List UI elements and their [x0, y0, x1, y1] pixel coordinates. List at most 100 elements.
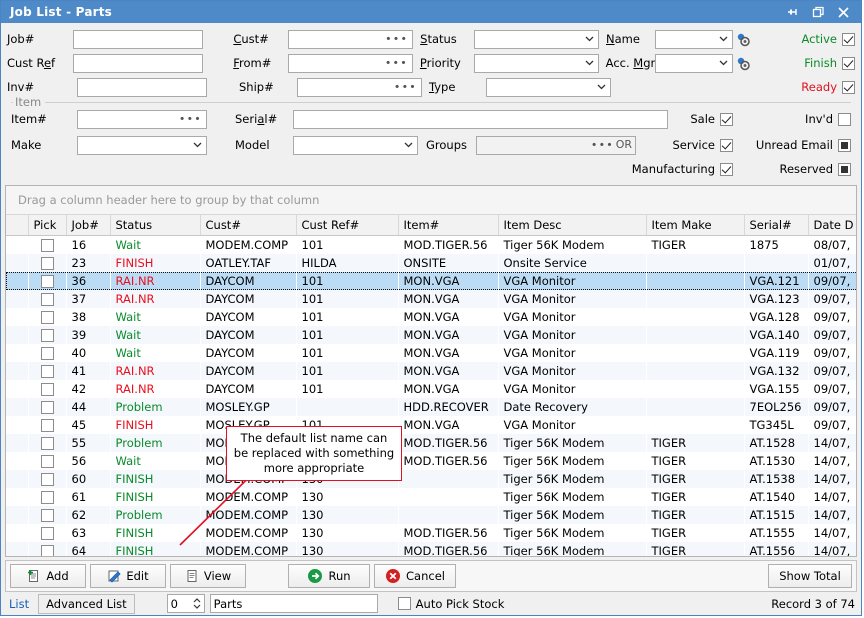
- row-pick-cell[interactable]: [28, 542, 66, 556]
- unread-email-flag[interactable]: Unread Email: [733, 138, 851, 152]
- column-header-item[interactable]: Item#: [398, 215, 499, 236]
- row-pick-cell[interactable]: [28, 344, 66, 362]
- row-pick-cell[interactable]: [28, 398, 66, 416]
- column-header-select[interactable]: [6, 215, 29, 236]
- row-pick-checkbox[interactable]: [40, 275, 54, 288]
- table-row[interactable]: 41 RAI.NR DAYCOM 101 MON.VGA VGA Monitor VGA.1…: [6, 362, 856, 380]
- column-header-job[interactable]: Job#: [66, 215, 111, 236]
- table-row[interactable]: 39 Wait DAYCOM 101 MON.VGA VGA Monitor VGA.140…: [6, 326, 856, 344]
- row-pick-checkbox[interactable]: [40, 509, 54, 522]
- serial-number-input[interactable]: [293, 109, 668, 129]
- pin-icon[interactable]: [785, 4, 801, 20]
- table-row[interactable]: 62 Problem MODEM.COMP 130 Tiger 56K Modem TIG…: [6, 506, 856, 524]
- row-pick-cell[interactable]: [28, 380, 66, 398]
- auto-pick-stock-checkbox[interactable]: [397, 597, 411, 610]
- priority-select[interactable]: [473, 53, 599, 73]
- list-index-stepper[interactable]: 0: [166, 594, 205, 613]
- active-checkbox[interactable]: [842, 32, 856, 46]
- close-icon[interactable]: [835, 4, 851, 20]
- table-row[interactable]: 61 FINISH MODEM.COMP 130 Tiger 56K Modem TIGE…: [6, 488, 856, 506]
- row-pick-cell[interactable]: [28, 272, 66, 290]
- ready-flag[interactable]: Ready: [745, 80, 855, 94]
- row-pick-checkbox[interactable]: [40, 527, 54, 540]
- column-header-item-desc[interactable]: Item Desc: [498, 215, 647, 236]
- table-row[interactable]: 45 FINISH MOSLEY.GP 101 MON.VGA VGA Monitor TG…: [6, 416, 856, 434]
- row-pick-cell[interactable]: [28, 326, 66, 344]
- row-pick-checkbox[interactable]: [40, 239, 54, 252]
- row-pick-checkbox[interactable]: [40, 257, 54, 270]
- table-row[interactable]: 38 Wait DAYCOM 101 MON.VGA VGA Monitor VGA.128…: [6, 308, 856, 326]
- invoice-number-input[interactable]: [77, 77, 207, 97]
- table-row[interactable]: 63 FINISH MODEM.COMP 130 MOD.TIGER.56 Tiger 5…: [6, 524, 856, 542]
- column-header-pick[interactable]: Pick: [28, 215, 67, 236]
- finish-flag[interactable]: Finish: [751, 56, 856, 70]
- table-row[interactable]: 16 Wait MODEM.COMP 101 MOD.TIGER.56 Tiger 56K…: [6, 236, 856, 255]
- column-header-item-make[interactable]: Item Make: [646, 215, 745, 236]
- model-select[interactable]: [293, 135, 418, 155]
- cancel-button[interactable]: Cancel: [374, 564, 456, 588]
- table-row[interactable]: 40 Wait DAYCOM 101 MON.VGA VGA Monitor VGA.119…: [6, 344, 856, 362]
- group-by-panel[interactable]: Drag a column header here to group by th…: [6, 186, 856, 215]
- job-number-input[interactable]: [73, 29, 204, 49]
- active-flag[interactable]: Active: [751, 32, 856, 46]
- add-button[interactable]: Add: [10, 564, 86, 588]
- ready-checkbox[interactable]: [842, 80, 855, 94]
- reserved-checkbox[interactable]: [838, 162, 851, 176]
- tab-list[interactable]: List: [5, 597, 33, 611]
- invd-checkbox[interactable]: [838, 112, 851, 126]
- from-number-input[interactable]: [287, 53, 413, 73]
- edit-button[interactable]: Edit: [90, 564, 166, 588]
- service-flag[interactable]: Service: [671, 138, 733, 152]
- account-manager-select[interactable]: [655, 53, 734, 73]
- row-pick-checkbox[interactable]: [40, 419, 54, 432]
- show-total-button[interactable]: Show Total: [768, 564, 852, 588]
- manufacturing-flag[interactable]: Manufacturing: [625, 162, 733, 176]
- row-pick-cell[interactable]: [28, 488, 66, 506]
- ship-number-input[interactable]: [297, 77, 422, 97]
- manufacturing-checkbox[interactable]: [720, 162, 733, 176]
- finish-checkbox[interactable]: [842, 56, 856, 70]
- make-select[interactable]: [77, 135, 207, 155]
- table-row[interactable]: 36 RAI.NR DAYCOM 101 MON.VGA VGA Monitor VGA.1…: [6, 272, 856, 290]
- customer-number-input[interactable]: [288, 29, 414, 49]
- name-settings-gear-icon[interactable]: [736, 32, 751, 47]
- row-pick-cell[interactable]: [28, 254, 66, 272]
- view-button[interactable]: View: [170, 564, 246, 588]
- invd-flag[interactable]: Inv'd: [733, 112, 851, 126]
- name-select[interactable]: [655, 29, 734, 49]
- row-pick-cell[interactable]: [28, 524, 66, 542]
- run-button[interactable]: Run: [288, 564, 370, 588]
- table-row[interactable]: 55ProblemMODEM.COMP130MOD.TIGER.56Tiger …: [6, 434, 856, 452]
- sale-checkbox[interactable]: [720, 112, 733, 126]
- row-pick-checkbox[interactable]: [40, 437, 54, 450]
- column-header-serial[interactable]: Serial#: [744, 215, 809, 236]
- row-pick-cell[interactable]: [28, 362, 66, 380]
- table-row[interactable]: 56WaitMODEM.COMP130MOD.TIGER.56Tiger 56K…: [6, 452, 856, 470]
- table-row[interactable]: 64 FINISH MODEM.COMP 130 MOD.TIGER.56 Tiger 5…: [6, 542, 856, 556]
- row-pick-cell[interactable]: [28, 236, 66, 255]
- reserved-flag[interactable]: Reserved: [733, 162, 851, 176]
- column-header-status[interactable]: Status: [110, 215, 201, 236]
- row-pick-checkbox[interactable]: [40, 473, 54, 486]
- row-pick-checkbox[interactable]: [40, 491, 54, 504]
- column-header-date-d[interactable]: Date D: [808, 215, 856, 236]
- stepper-arrows-icon[interactable]: [193, 596, 201, 611]
- restore-icon[interactable]: [810, 4, 826, 20]
- row-pick-checkbox[interactable]: [40, 311, 54, 324]
- row-pick-checkbox[interactable]: [40, 401, 54, 414]
- list-name-input[interactable]: [209, 594, 378, 613]
- sale-flag[interactable]: Sale: [671, 112, 733, 126]
- row-pick-checkbox[interactable]: [40, 383, 54, 396]
- row-pick-checkbox[interactable]: [40, 455, 54, 468]
- type-select[interactable]: [486, 77, 611, 97]
- row-pick-cell[interactable]: [28, 506, 66, 524]
- account-manager-settings-gear-icon[interactable]: [736, 56, 751, 71]
- row-pick-checkbox[interactable]: [40, 545, 54, 556]
- row-pick-checkbox[interactable]: [40, 329, 54, 342]
- row-pick-cell[interactable]: [28, 434, 66, 452]
- column-header-cust[interactable]: Cust#: [200, 215, 297, 236]
- groups-input[interactable]: [476, 135, 636, 155]
- service-checkbox[interactable]: [720, 138, 733, 152]
- column-header-cust-ref[interactable]: Cust Ref#: [296, 215, 399, 236]
- row-pick-cell[interactable]: [28, 290, 66, 308]
